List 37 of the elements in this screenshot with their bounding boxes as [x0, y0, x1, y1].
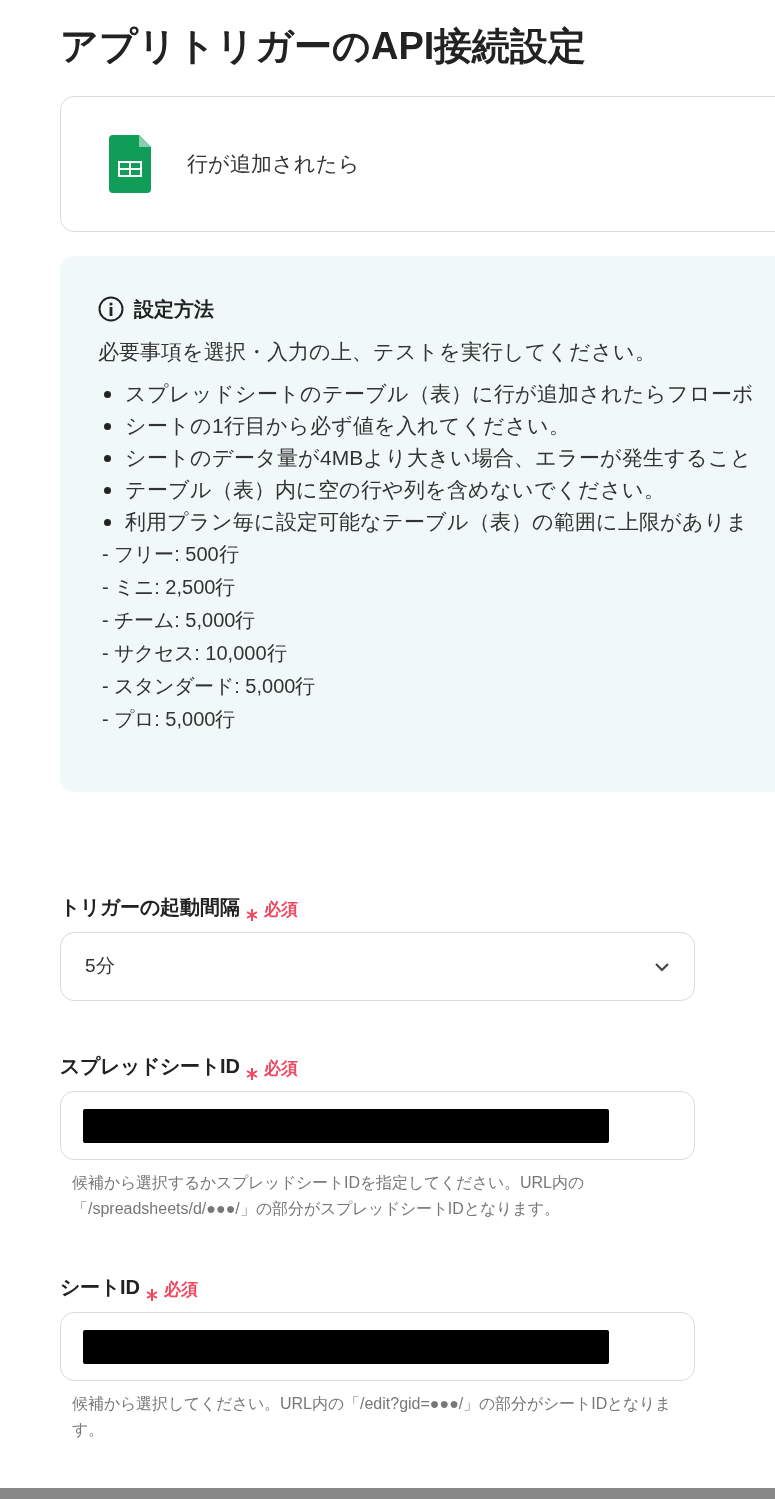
required-label: 必須	[164, 1278, 198, 1301]
required-icon	[246, 908, 258, 922]
interval-select[interactable]: 5分	[60, 932, 695, 1001]
plan-limit-text: - チーム: 5,000行	[102, 608, 257, 633]
bullet-text: テーブル（表）内に空の行や列を含めないでください。	[125, 477, 665, 504]
bullet-text: スプレッドシートのテーブル（表）に行が追加されたらフローボ	[125, 381, 754, 408]
plan-limit-text: - サクセス: 10,000行	[102, 641, 288, 666]
plan-limit-text: - プロ: 5,000行	[102, 707, 237, 732]
hint-text: 候補から選択するかスプレッドシートIDを指定してください。URL内の「/spreadsheets/d/●●●/」の部分がスプレッドシートIDとなります。	[72, 1173, 585, 1219]
bullet-text: シートのデータ量が4MBより大きい場合、エラーが発生すること	[125, 445, 753, 472]
bullet-icon	[104, 390, 111, 398]
field-label: トリガーの起動間隔	[60, 895, 240, 920]
info-icon	[98, 296, 124, 322]
field-label: スプレッドシートID	[60, 1054, 240, 1079]
spreadsheet-icon	[109, 135, 151, 193]
page-title: アプリトリガーのAPI接続設定	[60, 24, 588, 69]
required-icon	[146, 1288, 158, 1302]
input-field[interactable]	[60, 1312, 695, 1381]
bullet-text: シートの1行目から必ず値を入れてください。	[125, 413, 570, 440]
required-label: 必須	[264, 1057, 298, 1080]
plan-limit-text: - スタンダード: 5,000行	[102, 674, 317, 699]
bullet-text: 利用プラン毎に設定可能なテーブル（表）の範囲に上限がありま	[125, 509, 748, 536]
chevron-down-icon	[654, 961, 670, 972]
field-label: シートID	[60, 1275, 140, 1300]
trigger-label: 行が追加されたら	[187, 151, 360, 178]
required-label: 必須	[264, 898, 298, 921]
plan-limit-text: - ミニ: 2,500行	[102, 575, 237, 600]
info-heading: 設定方法	[134, 297, 214, 322]
required-icon	[246, 1067, 258, 1081]
hint-text: 候補から選択してください。URL内の「/edit?gid=●●●/」の部分がシートIDとなります。	[72, 1394, 672, 1440]
bullet-icon	[104, 454, 111, 462]
plan-limit-text: - フリー: 500行	[102, 542, 240, 567]
bullet-icon	[104, 518, 111, 526]
input-field[interactable]	[60, 1091, 695, 1160]
bullet-icon	[104, 422, 111, 430]
bullet-icon	[104, 486, 111, 494]
info-text: 必要事項を選択・入力の上、テストを実行してください。	[98, 339, 657, 365]
